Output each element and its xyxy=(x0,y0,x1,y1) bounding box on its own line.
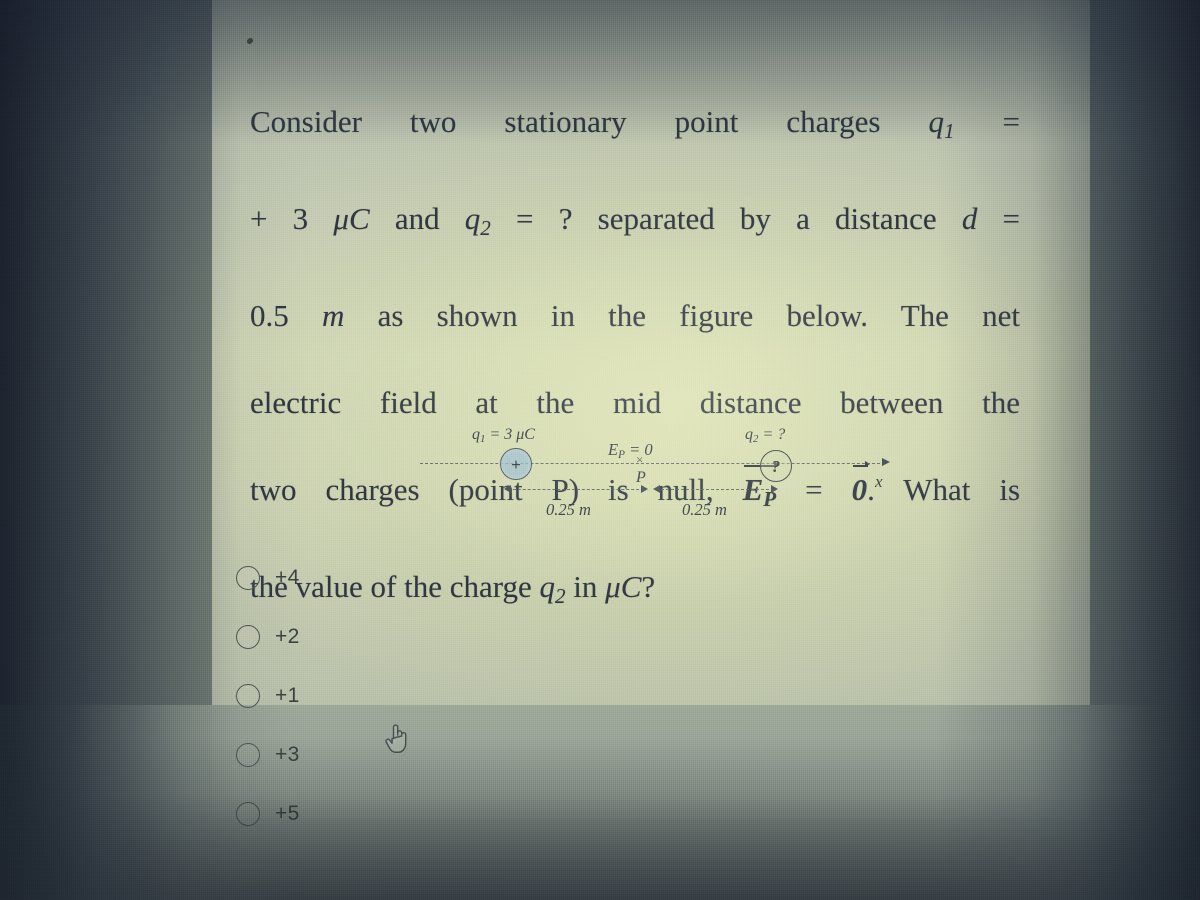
screenshot-root: Consider two stationary point charges q1… xyxy=(0,0,1200,900)
lower-page-vignette xyxy=(0,705,1200,900)
